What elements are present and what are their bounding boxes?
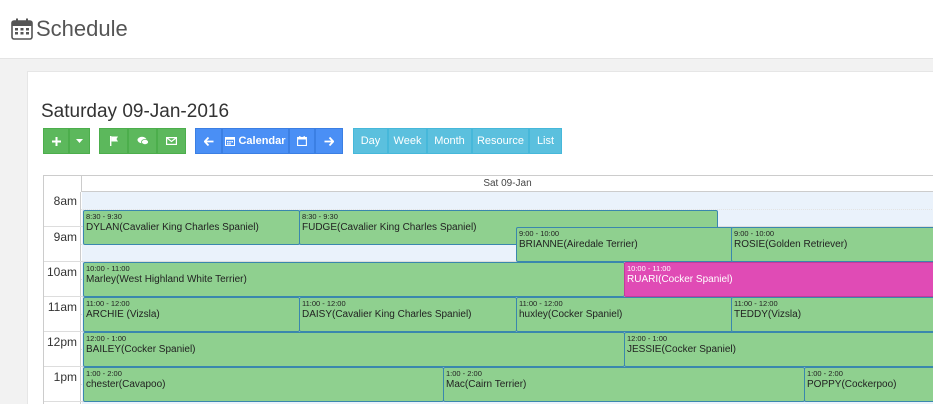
hour-label: 10am [46, 265, 77, 279]
arrow-right-icon [324, 136, 334, 146]
calendar-icon [11, 18, 33, 40]
event-mac[interactable]: 1:00 - 2:00 Mac(Cairn Terrier) [443, 367, 805, 402]
event-time: 12:00 - 1:00 [627, 334, 668, 343]
event-title: JESSIE(Cocker Spaniel) [627, 344, 736, 355]
event-time: 10:00 - 11:00 [627, 264, 671, 273]
next-button[interactable] [315, 128, 343, 154]
event-time: 11:00 - 12:00 [86, 299, 130, 308]
event-title: BRIANNE(Airedale Terrier) [519, 239, 638, 250]
event-time: 11:00 - 12:00 [734, 299, 778, 308]
hour-label: 1pm [53, 370, 77, 384]
event-time: 11:00 - 12:00 [519, 299, 563, 308]
comments-button[interactable] [128, 128, 157, 154]
envelope-icon [166, 137, 177, 145]
add-dropdown-button[interactable] [69, 128, 90, 154]
event-time: 12:00 - 1:00 [86, 334, 127, 343]
event-brianne[interactable]: 9:00 - 10:00 BRIANNE(Airedale Terrier) [516, 227, 733, 262]
hour-label: 8am [53, 194, 77, 208]
event-time: 1:00 - 2:00 [807, 369, 843, 378]
page-title: Schedule [36, 16, 128, 41]
event-title: POPPY(Cockerpoo) [807, 379, 897, 390]
event-time: 8:30 - 9:30 [86, 212, 122, 221]
arrow-left-icon [203, 136, 213, 146]
event-title: ARCHIE (Vizsla) [86, 309, 160, 320]
event-title: DAISY(Cavalier King Charles Spaniel) [302, 309, 472, 320]
current-date-title: Saturday 09-Jan-2016 [41, 101, 230, 122]
top-bar: Schedule [0, 0, 933, 59]
event-time: 1:00 - 2:00 [446, 369, 482, 378]
calendar-blank-icon [297, 136, 307, 146]
event-title: huxley(Cocker Spaniel) [519, 309, 623, 320]
caret-down-icon [76, 139, 83, 143]
event-title: Mac(Cairn Terrier) [446, 379, 527, 390]
event-poppy[interactable]: 1:00 - 2:00 POPPY(Cockerpoo) [804, 367, 933, 402]
event-title: BAILEY(Cocker Spaniel) [86, 344, 196, 355]
event-title: Marley(West Highland White Terrier) [86, 274, 247, 285]
event-title: ROSIE(Golden Retriever) [734, 239, 848, 250]
event-title: chester(Cavapoo) [86, 379, 166, 390]
event-marley[interactable]: 10:00 - 11:00 Marley(West Highland White… [83, 262, 625, 297]
event-ruari[interactable]: 10:00 - 11:00 RUARI(Cocker Spaniel) [624, 262, 933, 297]
view-list-button[interactable]: List [529, 128, 562, 154]
email-button[interactable] [157, 128, 186, 154]
add-button[interactable] [43, 128, 69, 154]
event-time: 1:00 - 2:00 [86, 369, 122, 378]
view-week-button[interactable]: Week [388, 128, 427, 154]
view-day-button[interactable]: Day [353, 128, 388, 154]
view-resource-button[interactable]: Resource [472, 128, 529, 154]
event-archie[interactable]: 11:00 - 12:00 ARCHIE (Vizsla) [83, 297, 300, 332]
plus-icon [51, 136, 61, 146]
flag-button[interactable] [99, 128, 128, 154]
event-time: 11:00 - 12:00 [302, 299, 346, 308]
event-rosie[interactable]: 9:00 - 10:00 ROSIE(Golden Retriever) [731, 227, 933, 262]
hour-label: 9am [53, 230, 77, 244]
event-time: 8:30 - 9:30 [302, 212, 338, 221]
hour-label: 12pm [46, 335, 77, 349]
day-column-header: Sat 09-Jan [81, 176, 933, 192]
event-dylan[interactable]: 8:30 - 9:30 DYLAN(Cavalier King Charles … [83, 210, 300, 245]
event-title: DYLAN(Cavalier King Charles Spaniel) [86, 222, 259, 233]
day-calendar: Sat 09-Jan 8am 9am 10am 11am 12pm 1pm 8:… [43, 175, 933, 404]
event-time: 10:00 - 11:00 [86, 264, 130, 273]
event-bailey[interactable]: 12:00 - 1:00 BAILEY(Cocker Spaniel) [83, 332, 625, 367]
calendar-icon [225, 137, 236, 146]
hour-label: 11am [47, 300, 77, 314]
view-month-button[interactable]: Month [427, 128, 472, 154]
event-teddy[interactable]: 11:00 - 12:00 TEDDY(Vizsla) [731, 297, 933, 332]
event-huxley[interactable]: 11:00 - 12:00 huxley(Cocker Spaniel) [516, 297, 733, 332]
event-chester[interactable]: 1:00 - 2:00 chester(Cavapoo) [83, 367, 444, 402]
event-daisy[interactable]: 11:00 - 12:00 DAISY(Cavalier King Charle… [299, 297, 517, 332]
event-title: RUARI(Cocker Spaniel) [627, 274, 733, 285]
event-time: 9:00 - 10:00 [519, 229, 560, 238]
calendar-button[interactable]: Calendar [222, 128, 289, 154]
previous-button[interactable] [195, 128, 222, 154]
event-title: TEDDY(Vizsla) [734, 309, 802, 320]
comments-icon [137, 136, 149, 145]
flag-icon [109, 136, 118, 146]
event-jessie[interactable]: 12:00 - 1:00 JESSIE(Cocker Spaniel) [624, 332, 933, 367]
date-picker-button[interactable] [289, 128, 315, 154]
event-time: 9:00 - 10:00 [734, 229, 775, 238]
calendar-button-label: Calendar [238, 135, 286, 147]
